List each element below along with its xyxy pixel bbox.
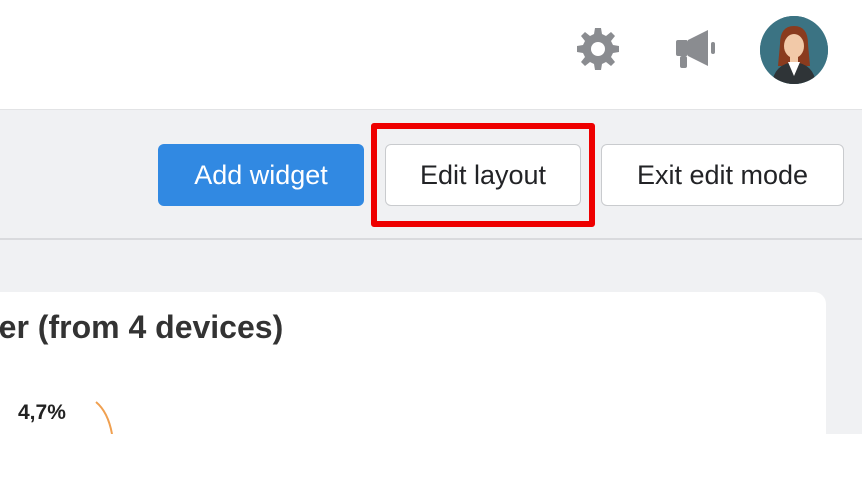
gear-icon[interactable] [575, 26, 621, 72]
chart-data-label: 4,7% [18, 401, 66, 424]
edit-toolbar: Add widget Edit layout Exit edit mode [0, 110, 862, 240]
chart-line [95, 401, 113, 434]
exit-edit-mode-button[interactable]: Exit edit mode [601, 144, 844, 206]
avatar[interactable] [760, 16, 828, 84]
megaphone-icon[interactable] [672, 28, 720, 70]
top-header [0, 0, 862, 110]
add-widget-button[interactable]: Add widget [158, 144, 364, 206]
user-avatar-icon [760, 16, 828, 84]
edit-layout-button[interactable]: Edit layout [385, 144, 581, 206]
widget-title: ter (from 4 devices) [0, 309, 284, 345]
